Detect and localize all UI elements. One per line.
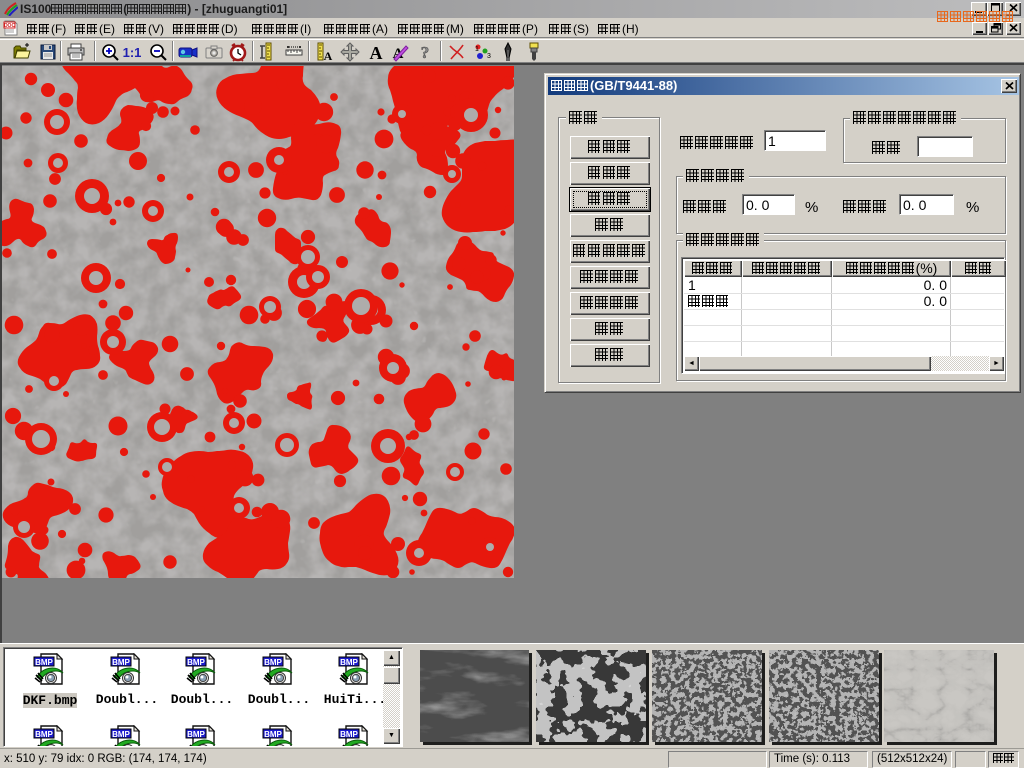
svg-text:1: 1	[475, 46, 479, 53]
svg-text:BMP: BMP	[264, 658, 282, 667]
svg-text:?: ?	[421, 43, 430, 62]
svg-text:BMP: BMP	[35, 658, 53, 667]
svg-text:BMP: BMP	[112, 730, 130, 739]
svg-text:BMP: BMP	[340, 730, 358, 739]
svg-text:3: 3	[487, 53, 491, 60]
svg-text:DOC: DOC	[4, 23, 16, 29]
svg-text:BMP: BMP	[340, 658, 358, 667]
svg-text:BMP: BMP	[35, 730, 53, 739]
svg-text:A: A	[324, 49, 333, 62]
svg-text:BMP: BMP	[264, 730, 282, 739]
svg-text:BMP: BMP	[187, 730, 205, 739]
svg-text:BMP: BMP	[112, 658, 130, 667]
svg-text:A: A	[370, 43, 383, 62]
svg-text:BMP: BMP	[187, 658, 205, 667]
svg-text:1:1: 1:1	[123, 45, 142, 60]
